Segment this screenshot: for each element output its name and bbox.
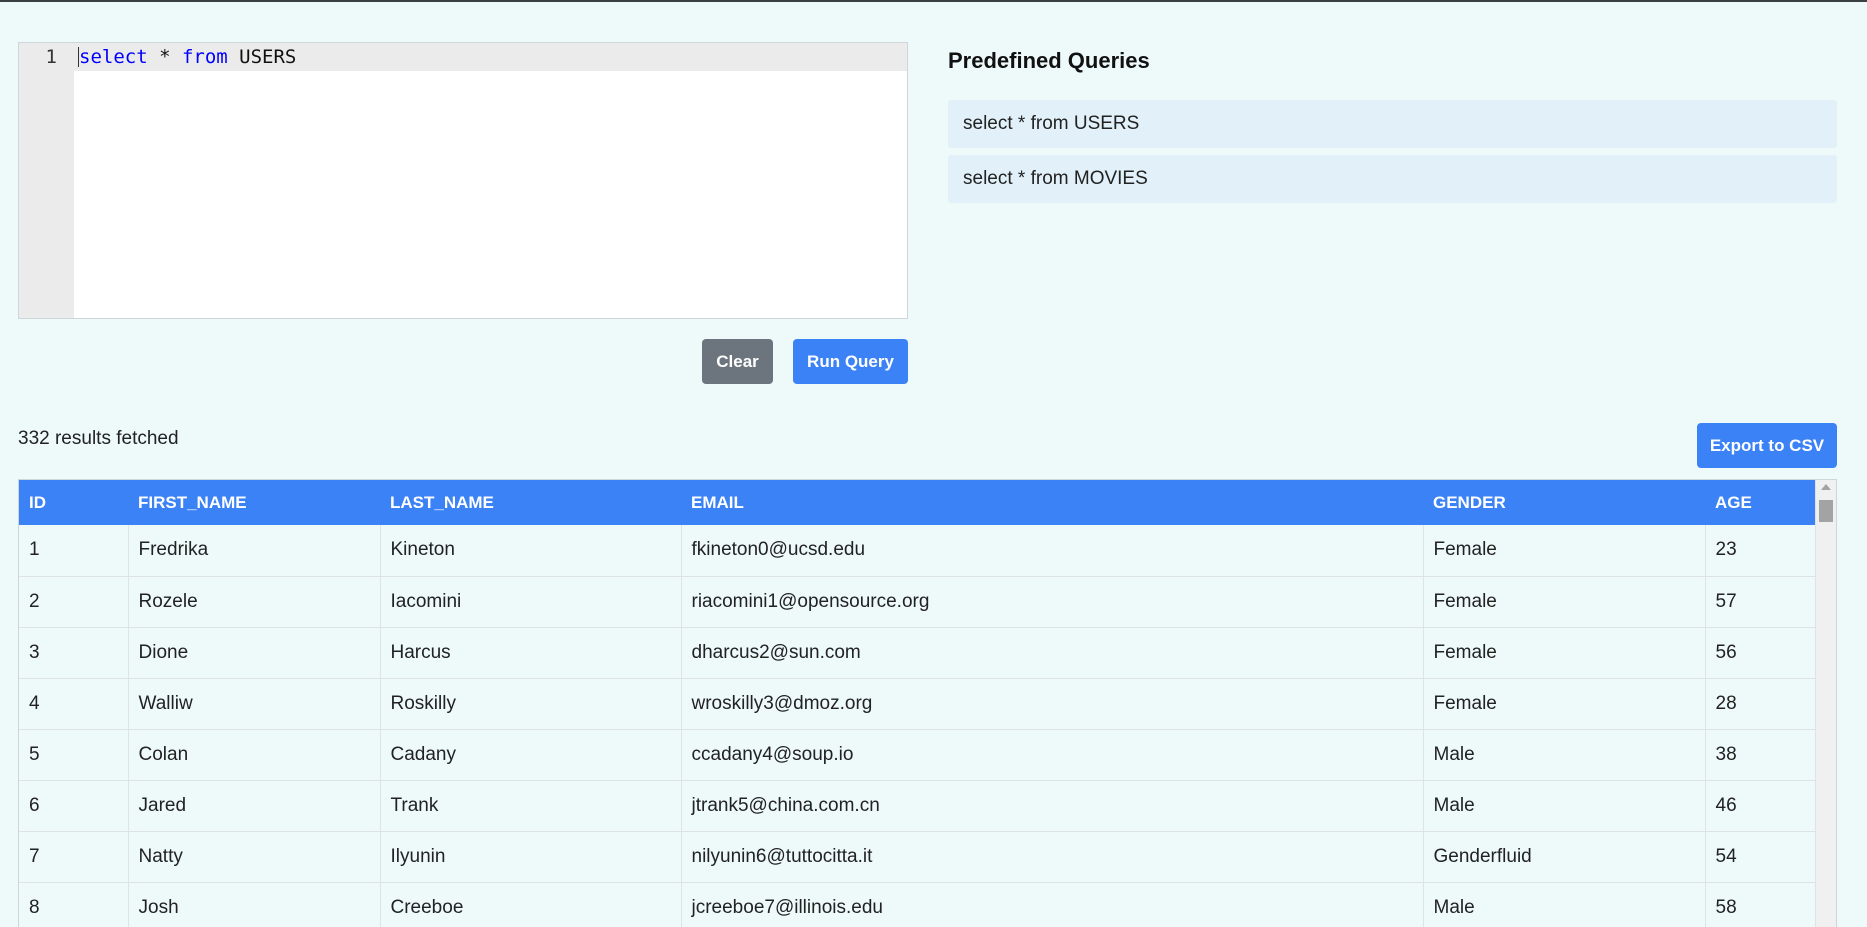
- clear-button[interactable]: Clear: [702, 339, 773, 384]
- cell-last-name: Trank: [380, 780, 682, 832]
- cell-gender: Male: [1423, 729, 1706, 781]
- column-header-email[interactable]: EMAIL: [681, 480, 1423, 525]
- cell-first-name: Jared: [128, 780, 381, 832]
- code-keyword-select: select: [79, 46, 148, 68]
- code-keyword-from: from: [181, 46, 228, 68]
- cell-first-name: Fredrika: [128, 525, 381, 577]
- cell-email: wroskilly3@dmoz.org: [681, 678, 1424, 730]
- cell-id: 8: [19, 882, 129, 927]
- results-table: ID FIRST_NAME LAST_NAME EMAIL GENDER AGE…: [19, 480, 1818, 927]
- column-header-first-name[interactable]: FIRST_NAME: [128, 480, 380, 525]
- predefined-query-movies[interactable]: select * from MOVIES: [948, 155, 1837, 203]
- cell-id: 1: [19, 525, 129, 577]
- cell-email: jcreeboe7@illinois.edu: [681, 882, 1424, 927]
- table-row: 2 Rozele Iacomini riacomini1@opensource.…: [19, 576, 1818, 628]
- cell-email: jtrank5@china.com.cn: [681, 780, 1424, 832]
- cell-gender: Female: [1423, 525, 1706, 577]
- cell-last-name: Kineton: [380, 525, 682, 577]
- results-count: 332 results fetched: [18, 428, 179, 449]
- cell-id: 3: [19, 627, 129, 679]
- cell-last-name: Harcus: [380, 627, 682, 679]
- cell-last-name: Ilyunin: [380, 831, 682, 883]
- predefined-query-users[interactable]: select * from USERS: [948, 100, 1837, 148]
- cell-first-name: Colan: [128, 729, 381, 781]
- cell-gender: Female: [1423, 627, 1706, 679]
- cell-first-name: Natty: [128, 831, 381, 883]
- cell-id: 6: [19, 780, 129, 832]
- cell-gender: Female: [1423, 576, 1706, 628]
- table-row: 6 Jared Trank jtrank5@china.com.cn Male …: [19, 780, 1818, 832]
- cell-email: nilyunin6@tuttocitta.it: [681, 831, 1424, 883]
- table-row: 5 Colan Cadany ccadany4@soup.io Male 38: [19, 729, 1818, 781]
- cell-id: 7: [19, 831, 129, 883]
- table-header-row: ID FIRST_NAME LAST_NAME EMAIL GENDER AGE: [19, 480, 1817, 525]
- cell-id: 4: [19, 678, 129, 730]
- cell-email: ccadany4@soup.io: [681, 729, 1424, 781]
- results-table-container[interactable]: ID FIRST_NAME LAST_NAME EMAIL GENDER AGE…: [18, 479, 1837, 927]
- column-header-id[interactable]: ID: [19, 480, 128, 525]
- table-row: 7 Natty Ilyunin nilyunin6@tuttocitta.it …: [19, 831, 1818, 883]
- cell-last-name: Creeboe: [380, 882, 682, 927]
- column-header-age[interactable]: AGE: [1705, 480, 1817, 525]
- editor-code-line[interactable]: select * from USERS: [79, 43, 296, 71]
- cell-last-name: Iacomini: [380, 576, 682, 628]
- table-row: 3 Dione Harcus dharcus2@sun.com Female 5…: [19, 627, 1818, 679]
- column-header-last-name[interactable]: LAST_NAME: [380, 480, 681, 525]
- cell-last-name: Roskilly: [380, 678, 682, 730]
- predefined-queries-title: Predefined Queries: [948, 48, 1150, 73]
- cell-age: 38: [1705, 729, 1818, 781]
- cell-age: 57: [1705, 576, 1818, 628]
- editor-gutter: [19, 43, 74, 318]
- cell-first-name: Walliw: [128, 678, 381, 730]
- cell-gender: Female: [1423, 678, 1706, 730]
- cell-email: riacomini1@opensource.org: [681, 576, 1424, 628]
- cell-email: dharcus2@sun.com: [681, 627, 1424, 679]
- cell-id: 5: [19, 729, 129, 781]
- line-number: 1: [45, 46, 57, 68]
- scrollbar-thumb[interactable]: [1819, 500, 1833, 522]
- predefined-queries-list: select * from USERS select * from MOVIES: [948, 100, 1837, 210]
- sql-editor[interactable]: 1 select * from USERS: [18, 42, 908, 319]
- cell-last-name: Cadany: [380, 729, 682, 781]
- cell-first-name: Rozele: [128, 576, 381, 628]
- cell-gender: Male: [1423, 882, 1706, 927]
- cell-age: 58: [1705, 882, 1818, 927]
- cell-age: 56: [1705, 627, 1818, 679]
- text-cursor: [78, 47, 79, 67]
- cell-age: 54: [1705, 831, 1818, 883]
- column-header-gender[interactable]: GENDER: [1423, 480, 1705, 525]
- cell-id: 2: [19, 576, 129, 628]
- cell-email: fkineton0@ucsd.edu: [681, 525, 1424, 577]
- cell-age: 28: [1705, 678, 1818, 730]
- table-row: 1 Fredrika Kineton fkineton0@ucsd.edu Fe…: [19, 525, 1818, 577]
- table-row: 8 Josh Creeboe jcreeboe7@illinois.edu Ma…: [19, 882, 1818, 927]
- cell-first-name: Dione: [128, 627, 381, 679]
- code-table-name: USERS: [227, 46, 297, 68]
- cell-first-name: Josh: [128, 882, 381, 927]
- run-query-button[interactable]: Run Query: [793, 339, 908, 384]
- table-row: 4 Walliw Roskilly wroskilly3@dmoz.org Fe…: [19, 678, 1818, 730]
- export-csv-button[interactable]: Export to CSV: [1697, 423, 1837, 468]
- table-scrollbar[interactable]: [1815, 480, 1836, 927]
- cell-age: 46: [1705, 780, 1818, 832]
- cell-age: 23: [1705, 525, 1818, 577]
- code-operator: *: [147, 46, 182, 68]
- cell-gender: Genderfluid: [1423, 831, 1706, 883]
- cell-gender: Male: [1423, 780, 1706, 832]
- scroll-up-arrow-icon[interactable]: [1821, 484, 1831, 490]
